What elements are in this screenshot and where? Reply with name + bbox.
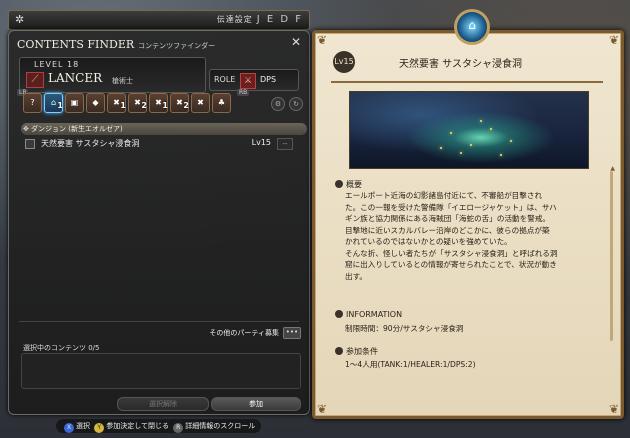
category-header[interactable]: ダンジョン (新生エオルゼア)	[21, 123, 307, 135]
duty-title: 天然要害 サスタシャ浸食洞	[399, 59, 522, 70]
top-status-bar: ✲ 伝達設定 J E D F	[8, 10, 310, 30]
role-box: ROLE ⚔ DPS	[209, 69, 299, 91]
job-box: LEVEL 18 ⟋ LANCER 槍術士	[19, 57, 206, 93]
tab-count: 2	[183, 101, 189, 110]
info-header: INFORMATION	[335, 310, 402, 319]
tab-misc[interactable]: ♣	[212, 93, 231, 113]
y-button-icon: Y	[94, 423, 105, 433]
tab-count: 2	[141, 101, 147, 110]
tab-gold-saucer[interactable]: ✖	[191, 93, 210, 113]
title-jp: コンテンツファインダー	[138, 42, 216, 50]
overview-header: 概要	[335, 179, 362, 190]
close-icon[interactable]: ✕	[289, 35, 303, 49]
divider	[19, 321, 299, 322]
ornament-corner: ❦	[608, 402, 619, 416]
duty-row[interactable]: 天然要害 サスタシャ浸食洞 Lv15 --	[21, 138, 297, 150]
overview-line: た。この一報を受けた警備隊「イエロージャケット」は、サハ	[345, 202, 557, 212]
rb-hint: RB	[237, 89, 250, 96]
tab-raid-3[interactable]: ✖ 2	[170, 93, 189, 113]
duty-dropdown[interactable]: --	[277, 138, 293, 150]
panel-title: CONTENTS FINDER コンテンツファインダー	[17, 38, 215, 51]
overview-label: 概要	[346, 180, 362, 189]
overview-line: エールポート近海の幻影諸島付近にて、不審船が目撃され	[345, 191, 543, 200]
tab-dungeon[interactable]: ⌂ 1	[44, 93, 63, 113]
job-name-jp: 槍術士	[112, 77, 133, 85]
bullet-icon	[335, 180, 343, 188]
lance-icon: ⟋	[26, 72, 44, 88]
overview-text: エールポート近海の幻影諸島付近にて、不審船が目撃され た。この一報を受けた警備隊…	[345, 190, 605, 282]
duty-name: 天然要害 サスタシャ浸食洞	[41, 139, 140, 148]
hint-scroll: 詳細情報のスクロール	[185, 422, 256, 430]
tab-raid[interactable]: ✖ 1	[107, 93, 126, 113]
requirements-label: 参加条件	[346, 347, 378, 356]
overview-line: かれているのではないかとの疑いを強めていた。	[345, 237, 512, 246]
role-value: DPS	[260, 75, 277, 84]
selected-list	[21, 353, 301, 389]
tab-count: 1	[120, 101, 126, 110]
title-en: CONTENTS FINDER	[17, 38, 135, 51]
tab-roulette[interactable]: ?	[23, 93, 42, 113]
ornament-corner: ❦	[317, 33, 328, 47]
level-badge: Lv15	[333, 51, 355, 73]
overview-line: そんな折、怪しい者たちが「サスタシャ浸食洞」と呼ばれる洞	[345, 248, 558, 258]
dps-role-icon: ⚔	[240, 73, 256, 89]
clear-selection-button[interactable]: 選択解除	[117, 397, 209, 411]
settings-icon[interactable]: ⚙	[271, 97, 285, 111]
hint-select: 選択	[76, 422, 90, 430]
input-config-symbols: J E D F	[256, 14, 303, 25]
dungeon-emblem-icon: ⌂	[454, 9, 490, 45]
tab-extra-icons: ⚙ ↻	[271, 97, 307, 111]
requirements-header: 参加条件	[335, 346, 378, 357]
contents-finder-panel: CONTENTS FINDER コンテンツファインダー ✕ LEVEL 18 ⟋ …	[8, 30, 310, 415]
selected-count: 選択中のコンテンツ 0/5	[23, 344, 100, 352]
duty-detail-panel: ⌂ ❦ ❦ ❦ ❦ Lv15 天然要害 サスタシャ浸食洞 概要 エールポート近海…	[312, 9, 624, 419]
duty-level: Lv15	[251, 138, 271, 147]
refresh-icon[interactable]: ↻	[289, 97, 303, 111]
dungeon-preview-image	[349, 91, 589, 169]
r-stick-icon: R	[173, 423, 184, 433]
duty-category-tabs: ? ⌂ 1 ▣ ◆ ✖ 1 ✖ 2 ✖ 1 ✖ 2 ✖ ♣	[23, 93, 231, 115]
ornament-corner: ❦	[608, 33, 619, 47]
detail-scrollbar[interactable]	[610, 171, 613, 341]
bullet-icon	[335, 310, 343, 318]
role-label: ROLE	[214, 75, 236, 84]
hint-confirm: 参加決定して閉じる	[106, 422, 170, 430]
info-label: INFORMATION	[346, 310, 403, 319]
requirements-text: 1～4人用(TANK:1/HEALER:1/DPS:2)	[345, 360, 476, 369]
info-text: 制限時間：90分/サスタシャ浸食洞	[345, 324, 464, 333]
tab-pvp[interactable]: ✖ 2	[128, 93, 147, 113]
input-config-text: 伝達設定	[216, 15, 253, 24]
overview-line: 目撃地に近いスカルバレー沿岸のどこかに、彼らの拠点が築	[345, 225, 550, 235]
overview-line: 出す。	[345, 271, 368, 281]
tab-trial[interactable]: ◆	[86, 93, 105, 113]
overview-line: 窟に出入りしているとの情報が寄せられたことで、状況が動き	[345, 260, 557, 269]
gear-icon[interactable]: ✲	[15, 13, 24, 26]
x-button-icon: X	[64, 423, 74, 433]
job-name: LANCER	[48, 71, 103, 85]
party-recruit-button[interactable]: •••	[283, 327, 301, 339]
title-divider	[331, 81, 603, 83]
tab-count: 1	[162, 101, 168, 110]
bullet-icon	[335, 347, 343, 355]
overview-line: ギン族と協力関係にある海賊団「海蛇の舌」の活動を警戒。	[345, 214, 551, 223]
input-config-label: 伝達設定 J E D F	[217, 14, 303, 25]
tab-count: 1	[57, 101, 63, 110]
party-recruit-label: その他のパーティ募集	[209, 329, 279, 337]
tab-guildhest[interactable]: ▣	[65, 93, 84, 113]
level-label: LEVEL 18	[34, 60, 80, 69]
party-recruit-row: その他のパーティ募集 •••	[209, 327, 301, 339]
ornament-corner: ❦	[317, 402, 328, 416]
duty-checkbox[interactable]	[25, 139, 35, 149]
controller-hint-bar: X 選択 Y 参加決定して閉じる R 詳細情報のスクロール	[56, 419, 262, 433]
join-button[interactable]: 参加	[211, 397, 301, 411]
tab-raid-2[interactable]: ✖ 1	[149, 93, 168, 113]
